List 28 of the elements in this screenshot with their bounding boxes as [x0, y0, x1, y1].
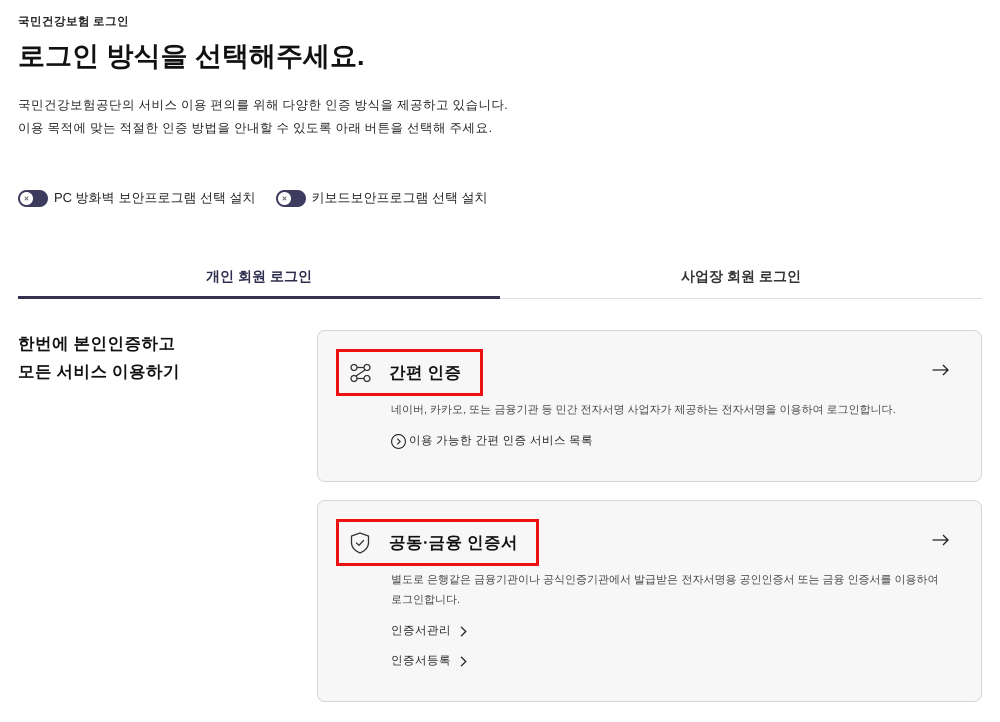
- chevron-right-icon: [460, 656, 467, 666]
- intro-paragraph: 국민건강보험공단의 서비스 이용 편의를 위해 다양한 인증 방식을 제공하고 있습니다. 이용 목적에 맞는 적절한 인증 방법을 안내할 수 있도록 아래 버튼을 선택해 주세요.: [18, 97, 509, 137]
- page-title: 로그인 방식을 선택해주세요.: [18, 40, 366, 73]
- x-mark-icon: [20, 192, 33, 204]
- section-heading: 한번에 본인인증하고 모든 서비스 이용하기: [18, 334, 182, 383]
- tab[interactable]: 사업장 회원 로그인: [500, 266, 982, 299]
- tab[interactable]: 개인 회원 로그인: [18, 266, 500, 299]
- shield-check-icon: [350, 532, 370, 554]
- chevron-right-icon: [460, 626, 467, 636]
- login-method-card[interactable]: 간편 인증 네이버, 카카오, 또는 금융기관 등 민간 전자서명 사업자가 제공하는 전자서명을 이용하여 로그인합니다. 이용 가능한 간편 인증 서비스 목록: [317, 330, 982, 482]
- method-title: 간편 인증: [389, 362, 462, 384]
- method-link[interactable]: 이용 가능한 간편 인증 서비스 목록: [391, 431, 593, 451]
- arrow-right-icon: [932, 534, 949, 546]
- circle-chevron-icon: [391, 434, 406, 448]
- toggle-switch[interactable]: [276, 190, 306, 206]
- toggle-label: PC 방화벽 보안프로그램 선택 설치: [54, 189, 256, 207]
- toggle-label: 키보드보안프로그램 선택 설치: [312, 189, 488, 207]
- method-title: 공동·금융 인증서: [389, 532, 518, 554]
- method-link[interactable]: 인증서등록: [391, 651, 467, 671]
- method-description: 별도로 은행같은 금융기관이나 공식인증기관에서 발급받은 전자서명용 공인인증서 또는 금융 인증서를 이용하여 로그인합니다.: [391, 573, 940, 608]
- breadcrumb: 국민건강보험 로그인: [18, 15, 130, 30]
- method-description: 네이버, 카카오, 또는 금융기관 등 민간 전자서명 사업자가 제공하는 전자서명을 이용하여 로그인합니다.: [391, 403, 897, 418]
- connected-nodes-icon: [350, 362, 370, 382]
- arrow-right-icon: [932, 364, 949, 376]
- toggle-switch[interactable]: [18, 190, 48, 206]
- x-mark-icon: [278, 192, 291, 204]
- login-method-card[interactable]: 공동·금융 인증서 별도로 은행같은 금융기관이나 공식인증기관에서 발급받은 전자서명용 공인인증서 또는 금융 인증서를 이용하여 로그인합니다. 인증서관리 인증서등록: [317, 500, 982, 702]
- method-link[interactable]: 인증서관리: [391, 621, 467, 641]
